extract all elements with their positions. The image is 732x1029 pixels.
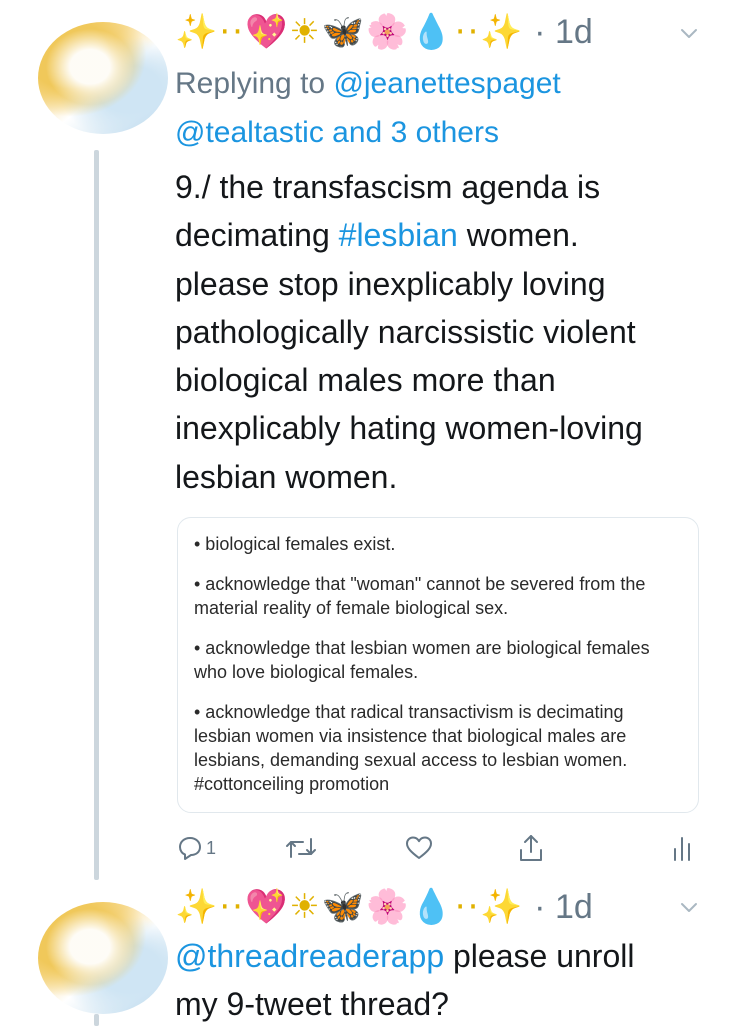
tweet-text-line: biological males more than	[175, 362, 556, 399]
card-list-item: • acknowledge that "woman" cannot be sev…	[194, 574, 646, 618]
attached-image-card[interactable]: • biological females exist. • acknowledg…	[177, 517, 699, 813]
analytics-icon	[674, 837, 690, 861]
tweet-text: @threadreaderapp please unroll my 9-twee…	[175, 932, 715, 1029]
replying-to-label: Replying to	[175, 67, 334, 100]
tweet-text-line: decimating #lesbian women.	[175, 211, 715, 259]
heart-icon	[406, 836, 432, 859]
mention-link[interactable]: @tealtastic	[175, 116, 324, 149]
avatar[interactable]	[38, 902, 168, 1014]
share-icon	[520, 835, 542, 861]
author-row: ✨··💖☀🦋🌸💧··✨ · 1d	[175, 887, 593, 927]
reply-count: 1	[206, 837, 217, 858]
card-list-item: • acknowledge that lesbian women are bio…	[194, 638, 650, 682]
thread-line	[94, 1014, 99, 1026]
tweet-text-line: my 9-tweet thread?	[175, 986, 449, 1023]
mention-link[interactable]: @threadreaderapp	[175, 938, 444, 974]
tweet-text-line: 9./ the transfascism agenda is	[175, 169, 601, 205]
tweet-actions: 1	[175, 830, 715, 866]
tweet-text-segment: decimating	[175, 217, 339, 254]
replying-to: Replying to @jeanettespaget	[175, 63, 561, 105]
tweet-text-line: pathologically narcissistic violent	[175, 313, 636, 350]
reply-icon	[179, 837, 201, 860]
thread-line	[94, 150, 99, 880]
reply-button[interactable]: 1	[177, 830, 216, 866]
tweet-1[interactable]: ✨··💖☀🦋🌸💧··✨ · 1d Replying to @jeanettesp…	[0, 0, 732, 880]
share-button[interactable]	[517, 830, 545, 866]
author-display-name[interactable]: ✨··💖☀🦋🌸💧··✨	[175, 12, 525, 52]
tweet-text-line: @threadreaderapp please unroll	[175, 932, 715, 980]
card-list-item: • acknowledge that radical transactivism…	[194, 702, 628, 794]
card-list-item: • biological females exist.	[194, 534, 396, 554]
tweet-text-line: please stop inexplicably loving	[175, 265, 606, 302]
retweet-icon	[286, 838, 316, 858]
author-display-name[interactable]: ✨··💖☀🦋🌸💧··✨	[175, 887, 525, 927]
replying-to-others: @tealtastic and 3 others	[175, 112, 499, 154]
tweet-2[interactable]: ✨··💖☀🦋🌸💧··✨ · 1d @threadreaderapp please…	[0, 880, 732, 1026]
author-row: ✨··💖☀🦋🌸💧··✨ · 1d	[175, 12, 593, 52]
tweet-timestamp[interactable]: · 1d	[534, 13, 593, 51]
analytics-button[interactable]	[671, 830, 693, 866]
tweet-text-segment: please unroll	[444, 938, 635, 974]
like-button[interactable]	[405, 830, 433, 866]
avatar[interactable]	[38, 22, 168, 134]
tweet-text: 9./ the transfascism agenda is decimatin…	[175, 163, 715, 501]
hashtag-link[interactable]: #lesbian	[339, 217, 458, 253]
tweet-text-line: lesbian women.	[175, 458, 398, 495]
chevron-down-icon[interactable]	[678, 896, 700, 918]
tweet-timestamp[interactable]: · 1d	[534, 888, 593, 926]
chevron-down-icon[interactable]	[678, 22, 700, 44]
tweet-text-segment: women.	[457, 217, 579, 254]
tweet-text-line: inexplicably hating women-loving	[175, 410, 643, 447]
mention-link[interactable]: @jeanettespaget	[333, 67, 560, 100]
retweet-button[interactable]	[285, 830, 317, 866]
others-link[interactable]: and 3 others	[324, 116, 499, 149]
